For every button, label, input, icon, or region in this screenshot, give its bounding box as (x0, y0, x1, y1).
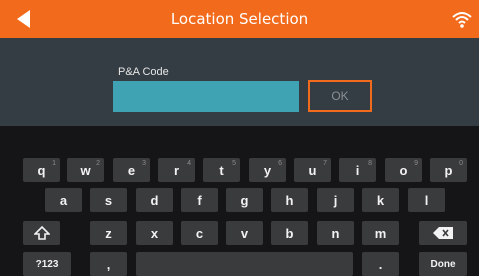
top-bar: Location Selection (0, 0, 479, 38)
key-u[interactable]: u7 (294, 158, 331, 182)
key-p[interactable]: p0 (430, 158, 467, 182)
key-a[interactable]: a (45, 188, 82, 212)
backspace-key[interactable] (419, 221, 467, 245)
key-q[interactable]: q1 (23, 158, 60, 182)
key-v[interactable]: v (226, 221, 263, 245)
key-j[interactable]: j (317, 188, 354, 212)
key-o[interactable]: o9 (385, 158, 422, 182)
key-y[interactable]: y6 (249, 158, 286, 182)
key-w[interactable]: w2 (67, 158, 104, 182)
wifi-icon (452, 12, 472, 28)
ok-button[interactable]: OK (308, 80, 372, 112)
done-key[interactable]: Done (419, 252, 467, 276)
backspace-icon (433, 227, 453, 239)
period-key[interactable]: . (362, 252, 399, 276)
key-r[interactable]: r4 (158, 158, 195, 182)
key-l[interactable]: l (408, 188, 445, 212)
space-key[interactable] (136, 252, 353, 276)
page-title: Location Selection (170, 10, 309, 28)
shift-icon (33, 226, 50, 240)
key-z[interactable]: z (90, 221, 127, 245)
pa-code-label: P&A Code (118, 66, 169, 78)
key-i[interactable]: i8 (339, 158, 376, 182)
key-h[interactable]: h (271, 188, 308, 212)
pa-code-input[interactable] (113, 81, 299, 112)
comma-key[interactable]: , (90, 252, 127, 276)
key-m[interactable]: m (362, 221, 399, 245)
key-b[interactable]: b (271, 221, 308, 245)
key-g[interactable]: g (226, 188, 263, 212)
key-f[interactable]: f (181, 188, 218, 212)
key-t[interactable]: t5 (203, 158, 240, 182)
key-x[interactable]: x (136, 221, 173, 245)
shift-key[interactable] (23, 221, 60, 245)
key-e[interactable]: e3 (113, 158, 150, 182)
key-n[interactable]: n (317, 221, 354, 245)
key-d[interactable]: d (136, 188, 173, 212)
key-c[interactable]: c (181, 221, 218, 245)
key-s[interactable]: s (90, 188, 127, 212)
symbols-key[interactable]: ?123 (23, 252, 71, 276)
key-k[interactable]: k (362, 188, 399, 212)
